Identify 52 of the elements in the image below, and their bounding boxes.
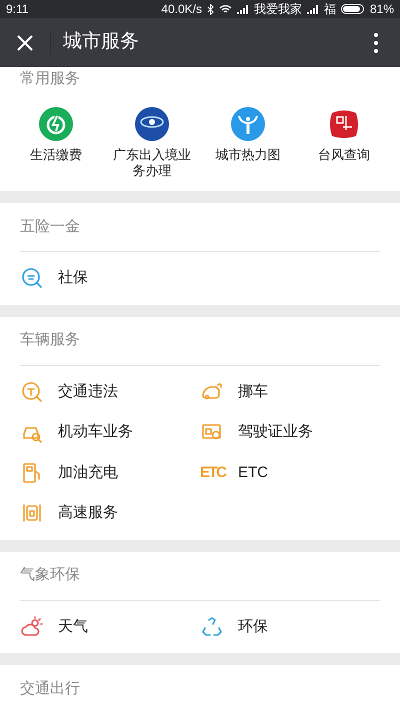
- section-title: 五险一金: [20, 216, 80, 237]
- service-label: 台风查询: [317, 147, 371, 163]
- service-label: 加油充电: [58, 462, 118, 482]
- etc-icon: ETC: [200, 464, 230, 482]
- service-label: 高速服务: [58, 503, 118, 523]
- service-tile[interactable]: 广东出入境业务办理: [104, 107, 200, 179]
- service-label: 机动车业务: [58, 422, 133, 442]
- service-label: 城市热力图: [214, 147, 282, 163]
- service-label: 交通违法: [58, 382, 118, 402]
- service-label: 天气: [58, 616, 88, 636]
- magnifier-icon: [20, 380, 44, 404]
- service-label: 环保: [238, 616, 268, 636]
- network-speed: 40.0K/s: [161, 1, 202, 18]
- service-label: 社保: [58, 268, 88, 288]
- service-item[interactable]: 挪车: [200, 372, 380, 412]
- service-item[interactable]: 驾驶证业务: [200, 412, 380, 452]
- carrier-name: 福: [324, 1, 336, 18]
- more-icon: [374, 32, 378, 52]
- service-item[interactable]: 高速服务: [20, 493, 200, 534]
- section-title: 车辆服务: [20, 330, 80, 350]
- clock: 9:11: [6, 1, 28, 18]
- cloud-sun-icon: [20, 614, 44, 639]
- service-tile[interactable]: 城市热力图: [200, 107, 296, 179]
- battery-icon: [340, 4, 365, 14]
- page-title: 城市服务: [63, 30, 139, 54]
- section-title: 常用服务: [20, 68, 80, 89]
- service-label: 挪车: [238, 382, 268, 402]
- service-item[interactable]: 交通违法: [20, 372, 200, 412]
- carrier-name: 我爱我家: [254, 1, 302, 18]
- section-title: 气象环保: [20, 565, 80, 586]
- close-icon: [16, 34, 34, 52]
- service-item[interactable]: 天气: [20, 606, 200, 647]
- service-item[interactable]: ETC ETC: [200, 452, 380, 493]
- service-tile[interactable]: 生活缴费: [8, 107, 104, 179]
- signal-icon: [306, 4, 319, 14]
- recycle-icon: [200, 614, 224, 639]
- wifi-icon: [218, 4, 232, 14]
- person-icon: [231, 107, 265, 141]
- service-label: ETC: [238, 462, 268, 482]
- service-item[interactable]: 社保: [20, 258, 200, 298]
- service-item[interactable]: 加油充电: [20, 452, 200, 493]
- service-label: 生活缴费: [29, 147, 83, 163]
- service-item[interactable]: 环保: [200, 606, 380, 647]
- service-label: 驾驶证业务: [238, 422, 313, 442]
- service-label: 广东出入境业务办理: [112, 147, 192, 179]
- service-tile[interactable]: 台风查询: [296, 107, 392, 179]
- lightning-icon: [39, 107, 73, 141]
- signal-icon: [236, 4, 249, 14]
- bluetooth-icon: [206, 4, 214, 14]
- section-title: 交通出行: [20, 678, 80, 699]
- battery-percent: 81%: [370, 1, 394, 18]
- service-item[interactable]: 机动车业务: [20, 412, 200, 452]
